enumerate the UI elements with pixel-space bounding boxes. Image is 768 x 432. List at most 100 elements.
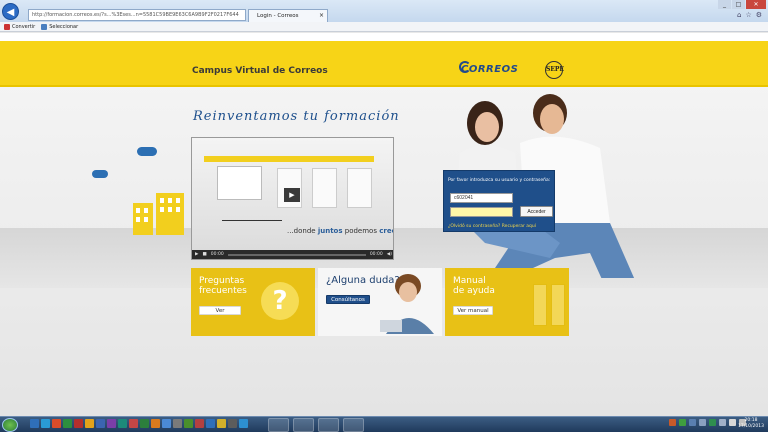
tile-faq-title: Preguntas frecuentes xyxy=(199,276,247,296)
sepe-logo: SEPE xyxy=(545,61,564,79)
settings-gear-icon[interactable]: ⚙ xyxy=(756,11,762,19)
time-current: 00:00 xyxy=(210,252,224,257)
app-icon[interactable] xyxy=(96,419,105,428)
app-icon[interactable] xyxy=(129,419,138,428)
browser-titlebar: ◀ http://formacion.correos.es/?s...%3Ese… xyxy=(0,0,768,22)
binder-icon xyxy=(533,284,547,326)
header-banner: Campus Virtual de Correos CORREOS SEPE xyxy=(0,41,768,87)
web-page: Campus Virtual de Correos CORREOS SEPE R… xyxy=(0,33,768,416)
caption-bold: juntos xyxy=(317,227,343,235)
app-icon[interactable] xyxy=(30,419,39,428)
student-photo xyxy=(380,274,434,334)
app-icon[interactable] xyxy=(162,419,171,428)
tile-contact[interactable]: ¿Alguna duda? Consúltanos xyxy=(318,268,442,336)
caption-text: ...donde xyxy=(287,227,318,235)
app-icon[interactable] xyxy=(107,419,116,428)
window-controls: _ □ ✕ xyxy=(718,0,766,9)
caption-text: podemos xyxy=(342,227,380,235)
login-prompt: Por favor introduzca su usuario y contra… xyxy=(448,178,551,183)
taskbar-app-chrome[interactable] xyxy=(318,418,339,432)
play-icon[interactable]: ▶ xyxy=(284,188,300,202)
maximize-button[interactable]: □ xyxy=(732,0,745,9)
minimize-button[interactable]: _ xyxy=(718,0,731,9)
tray-icon[interactable] xyxy=(709,419,716,426)
video-frame: ▶ ...donde juntos podemos crecer xyxy=(192,138,393,251)
tab-title: Login - Correos xyxy=(257,13,299,19)
app-icon[interactable] xyxy=(195,419,204,428)
quick-launch-icons xyxy=(30,419,248,428)
browser-toolbar-icons: ⌂ ☆ ⚙ xyxy=(737,11,762,19)
tray-icon[interactable] xyxy=(679,419,686,426)
tile-manual-title: Manual de ayuda xyxy=(453,276,495,296)
convert-button[interactable]: Convertir xyxy=(4,22,35,31)
app-icon[interactable] xyxy=(206,419,215,428)
correos-logo[interactable]: CORREOS xyxy=(461,64,518,75)
cloud-icon xyxy=(137,147,157,156)
app-icon[interactable] xyxy=(217,419,226,428)
video-player[interactable]: ▶ ...donde juntos podemos crecer ▶ ■ 00:… xyxy=(191,137,394,260)
binder-icon xyxy=(551,284,565,326)
tile-title-line: Preguntas xyxy=(199,276,245,286)
video-yellow-band xyxy=(204,156,374,162)
volume-icon[interactable]: ◀) xyxy=(387,250,393,259)
tray-icon[interactable] xyxy=(719,419,726,426)
app-icon[interactable] xyxy=(140,419,149,428)
windows-taskbar: 20:18 17/10/2013 xyxy=(0,416,768,432)
login-submit-button[interactable]: Acceder xyxy=(520,206,553,217)
app-icon[interactable] xyxy=(151,419,160,428)
contact-button[interactable]: Consúltanos xyxy=(326,295,370,304)
faq-view-button[interactable]: Ver xyxy=(199,306,241,315)
app-icon[interactable] xyxy=(52,419,61,428)
video-progress-bar[interactable] xyxy=(227,253,366,256)
campus-title: Campus Virtual de Correos xyxy=(192,66,328,76)
command-bar: Convertir Seleccionar xyxy=(0,22,768,32)
tile-faq[interactable]: Preguntas frecuentes ? Ver xyxy=(191,268,315,336)
app-icon[interactable] xyxy=(228,419,237,428)
home-icon[interactable]: ⌂ xyxy=(737,11,741,19)
video-screen-panel xyxy=(312,168,337,208)
manual-view-button[interactable]: Ver manual xyxy=(453,306,493,315)
video-controls: ▶ ■ 00:00 00:00 ◀) xyxy=(192,250,393,259)
clock-date: 17/10/2013 xyxy=(738,424,764,429)
question-icon: ? xyxy=(261,282,299,320)
favorites-icon[interactable]: ☆ xyxy=(745,11,751,19)
tab-close-icon[interactable]: × xyxy=(319,10,324,22)
hero-headline: Reinventamos tu formación xyxy=(193,109,400,124)
app-icon[interactable] xyxy=(85,419,94,428)
select-icon xyxy=(41,23,48,30)
start-button-icon[interactable] xyxy=(2,418,18,432)
play-control-icon[interactable]: ▶ xyxy=(195,250,198,259)
username-field[interactable] xyxy=(450,193,513,203)
close-button[interactable]: ✕ xyxy=(746,0,766,9)
tray-icon[interactable] xyxy=(689,419,696,426)
app-icon[interactable] xyxy=(173,419,182,428)
video-divider xyxy=(222,220,282,221)
password-field[interactable] xyxy=(450,207,513,217)
time-total: 00:00 xyxy=(369,252,383,257)
tray-icon[interactable] xyxy=(669,419,676,426)
app-icon[interactable] xyxy=(184,419,193,428)
system-tray xyxy=(669,419,746,426)
app-icon[interactable] xyxy=(239,419,248,428)
page-top-strip xyxy=(0,33,768,41)
forgot-password-link[interactable]: ¿Olvidó su contraseña? Recuperar aquí xyxy=(448,224,536,229)
select-button[interactable]: Seleccionar xyxy=(41,22,78,31)
address-bar[interactable]: http://formacion.correos.es/?s...%3Eses.… xyxy=(28,9,246,21)
tray-icon[interactable] xyxy=(729,419,736,426)
tray-icon[interactable] xyxy=(699,419,706,426)
app-icon[interactable] xyxy=(118,419,127,428)
app-icon[interactable] xyxy=(74,419,83,428)
login-form: Por favor introduzca su usuario y contra… xyxy=(443,170,555,232)
taskbar-app-skype[interactable] xyxy=(268,418,289,432)
back-arrow-icon[interactable]: ◀ xyxy=(2,3,19,20)
video-screen-panel xyxy=(217,166,262,200)
tile-title-line: de ayuda xyxy=(453,286,495,296)
app-icon[interactable] xyxy=(41,419,50,428)
taskbar-clock[interactable]: 20:18 17/10/2013 xyxy=(738,418,764,430)
stop-control-icon[interactable]: ■ xyxy=(202,250,206,259)
app-icon[interactable] xyxy=(63,419,72,428)
taskbar-app-ie[interactable] xyxy=(343,418,364,432)
taskbar-app-utorrent[interactable] xyxy=(293,418,314,432)
tile-manual[interactable]: Manual de ayuda Ver manual xyxy=(445,268,569,336)
tab-login-correos[interactable]: Login - Correos × xyxy=(248,9,328,22)
